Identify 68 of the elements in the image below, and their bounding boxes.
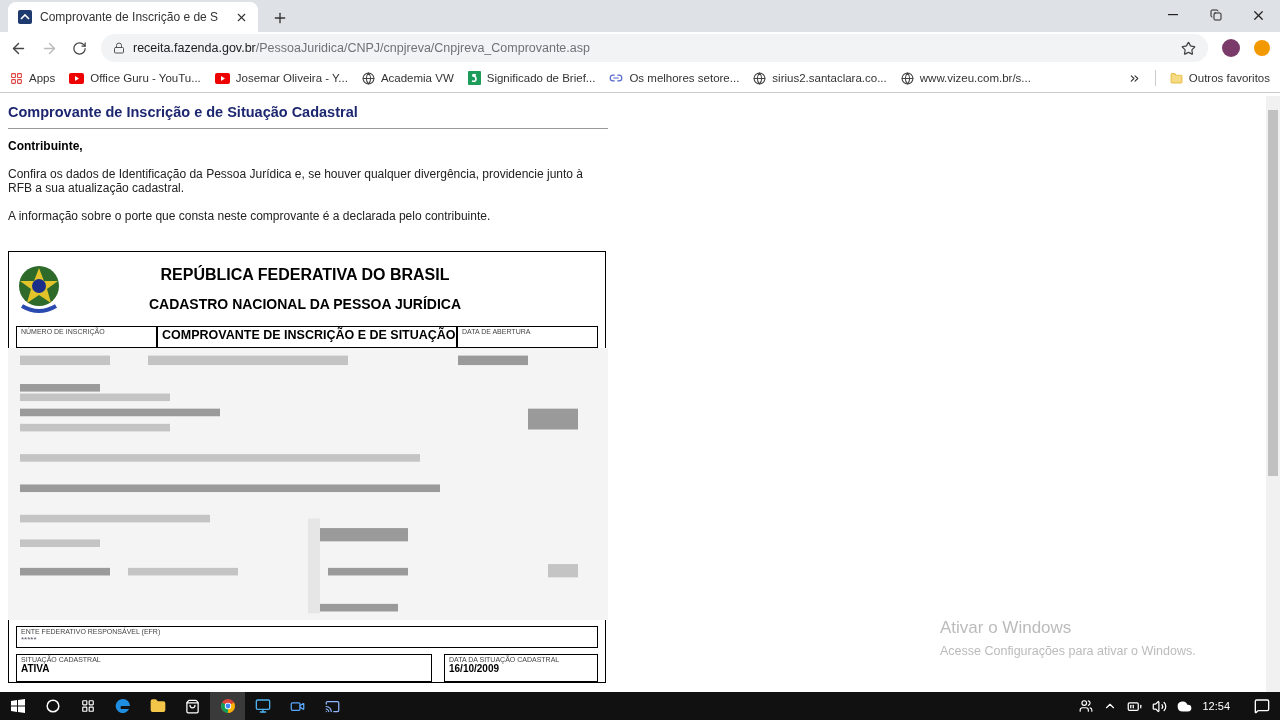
reload-button[interactable] (72, 40, 87, 56)
play-icon (214, 72, 230, 84)
tab-title: Comprovante de Inscrição e de S (40, 10, 220, 24)
lock-icon (113, 42, 125, 54)
monitor-icon (254, 698, 271, 714)
apps-grid-icon (10, 71, 23, 85)
scroll-thumb[interactable] (1268, 110, 1278, 476)
bookmark-link[interactable]: Os melhores setore... (609, 71, 740, 85)
bookmark-link[interactable]: Office Guru - YouTu... (69, 72, 201, 84)
document-subheading: CADASTRO NACIONAL DA PESSOA JURÍDICA (148, 296, 462, 312)
activation-title: Ativar o Windows (940, 618, 1073, 638)
restore-icon (1209, 9, 1222, 21)
notification-icon[interactable] (1254, 698, 1270, 714)
globe-icon (361, 71, 375, 85)
emblem-icon (16, 264, 62, 314)
bookmark-link[interactable]: Significado de Brief... (467, 71, 596, 85)
chrome-icon (219, 698, 236, 714)
url-text: receita.fazenda.gov.br/PessoaJuridica/CNPJ/cnpjreva/Cnpjreva_Comprovante.asp (133, 41, 590, 55)
link-icon (609, 71, 624, 85)
bookmark-label: Os melhores setore... (629, 72, 740, 84)
bookmark-label: Office Guru - YouTu... (90, 72, 201, 84)
info-paragraph: A informação sobre o porte que consta neste comprovante é a declarada pelo contribuinte. (8, 209, 492, 223)
folder-label: Outros favoritos (1188, 72, 1270, 84)
people-icon[interactable] (1079, 699, 1094, 713)
shopping-bag-icon (185, 698, 200, 714)
bookmark-link[interactable]: www.vizeu.com.br/s... (900, 71, 1031, 85)
sheet-icon (467, 71, 481, 85)
bookmark-link[interactable]: Josemar Oliveira - Y... (214, 72, 348, 84)
bookmark-link[interactable]: Academia VW (361, 71, 454, 85)
globe-icon (753, 71, 767, 85)
task-view-icon (80, 699, 95, 713)
bookmark-link[interactable]: sirius2.santaclara.co... (753, 71, 887, 85)
bookmark-label: Apps (29, 72, 56, 84)
folder-icon (149, 698, 166, 714)
folder-icon (1169, 71, 1183, 85)
edge-icon (114, 698, 131, 714)
globe-icon (900, 71, 914, 85)
taskbar-app-button[interactable] (210, 692, 245, 720)
screen-cast-icon (325, 698, 340, 714)
volume-icon[interactable] (1152, 698, 1168, 714)
bookmark-label: Significado de Brief... (486, 72, 596, 84)
profile-avatar[interactable] (1222, 39, 1240, 57)
greeting-text: Contribuinte, (8, 139, 84, 153)
bookmark-star-button[interactable] (1181, 40, 1196, 56)
field-value: ***** (21, 635, 38, 644)
info-paragraph: Confira os dados de Identificação da Pessoa Jurídica e, se houver qualquer divergência, providencie junto à RFB a sua atualização cadastral. (8, 167, 585, 195)
document-heading: REPÚBLICA FEDERATIVA DO BRASIL (160, 266, 450, 284)
address-bar[interactable]: receita.fazenda.gov.br/PessoaJuridica/CNPJ/cnpjreva/Cnpjreva_Comprovante.asp (101, 34, 1208, 62)
bookmark-folder[interactable]: Outros favoritos (1169, 71, 1270, 85)
bookmark-link[interactable]: Apps (10, 71, 56, 85)
field-value: ATIVA (21, 663, 50, 674)
play-icon (69, 72, 85, 84)
bookmark-label: www.vizeu.com.br/s... (919, 72, 1031, 84)
windows-logo-icon (10, 699, 25, 713)
cloud-icon[interactable] (1177, 698, 1193, 714)
field-value: 16/10/2009 (449, 663, 500, 674)
scrollbar[interactable] (1266, 96, 1280, 692)
browser-tab[interactable]: Comprovante de Inscrição e de S (8, 2, 258, 32)
site-favicon-icon (18, 10, 32, 24)
bookmark-label: sirius2.santaclara.co... (772, 72, 887, 84)
bookmark-label: Josemar Oliveira - Y... (235, 72, 348, 84)
activation-text: Acesse Configurações para ativar o Windows. (940, 644, 1196, 658)
clock-text[interactable]: 12:54 (1202, 700, 1230, 712)
search-circle-icon (45, 699, 60, 713)
page-title: Comprovante de Inscrição e de Situação Cadastral (8, 104, 608, 129)
bookmark-label: Academia VW (380, 72, 454, 84)
new-tab-button[interactable] (272, 10, 288, 26)
minimize-icon (1167, 14, 1178, 16)
